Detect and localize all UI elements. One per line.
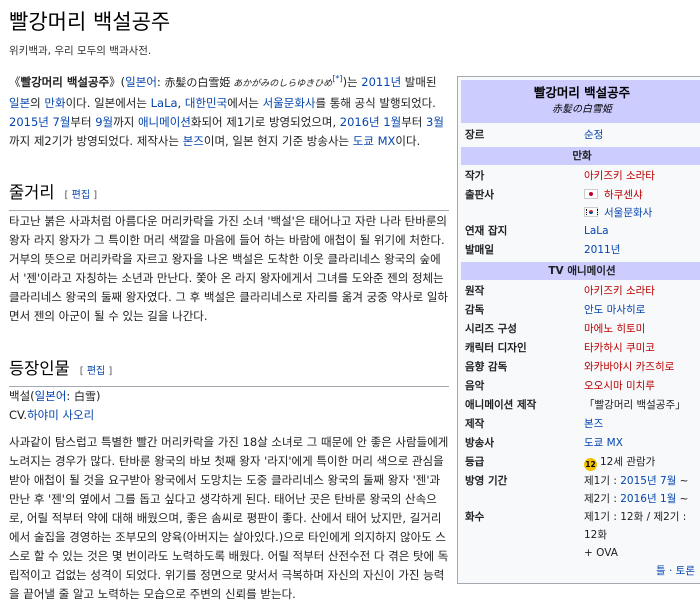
link-lala[interactable]: LaLa bbox=[151, 96, 178, 110]
infobox-row-publisher: 출판사 하쿠센샤 서울문화사 bbox=[465, 189, 653, 219]
infobox-value[interactable]: 본즈 bbox=[584, 415, 700, 434]
character-cv-line: CV.하야미 사오리 bbox=[9, 408, 95, 422]
lead-paragraph: 《빨강머리 백설공주》(일본어: 赤髪の白雪姫 あかがみのしらゆきひめ[*])는… bbox=[9, 74, 444, 148]
infobox-template-links[interactable]: 틀 · 토론 bbox=[461, 562, 700, 580]
infobox-section-anime: TV 애니메이션 bbox=[461, 262, 700, 280]
infobox-row: 음향 감독 와카바야시 카즈히로 bbox=[461, 358, 700, 377]
character-description: 사과같이 탐스럽고 특별한 빨간 머리카락을 가진 18살 소녀로 그 때문에 … bbox=[9, 435, 449, 601]
plot-paragraph: 타고난 붉은 사과처럼 아름다운 머리카락을 가진 소녀 '백설'은 태어나고 … bbox=[9, 214, 448, 323]
infobox: 빨강머리 백설공주 赤髪の白雪姫 장르 순정 만화 작가 아키즈키 소라타 출판사 … bbox=[457, 76, 700, 584]
infobox-value[interactable]: 2011년 bbox=[584, 241, 700, 260]
infobox-label: 음향 감독 bbox=[465, 361, 508, 373]
infobox-label: 시리즈 구성 bbox=[465, 323, 517, 335]
korea-flag-icon bbox=[584, 207, 598, 217]
link-2016-january[interactable]: 2016년 1월 bbox=[340, 115, 401, 129]
infobox-row: 시리즈 구성 마에노 히토미 bbox=[461, 320, 700, 339]
link-march[interactable]: 3월 bbox=[426, 115, 444, 129]
link-korea[interactable]: 대한민국 bbox=[185, 96, 227, 110]
link-japanese-language-2[interactable]: 일본어 bbox=[35, 389, 67, 403]
infobox-label: 원작 bbox=[465, 285, 485, 297]
infobox-value[interactable]: 도쿄 MX bbox=[584, 434, 700, 453]
link-publisher-seoul[interactable]: 서울문화사 bbox=[604, 207, 652, 219]
infobox-row: 원작 아키즈키 소라타 bbox=[461, 282, 700, 301]
infobox-value[interactable]: 타카하시 쿠미코 bbox=[584, 339, 700, 358]
edit-section-characters: [ 편집 ] bbox=[79, 366, 113, 377]
character-name-line: 백설(일본어: 白雪) bbox=[9, 389, 101, 403]
infobox-row: 장르 순정 bbox=[461, 126, 700, 145]
site-tagline: 위키백과, 우리 모두의 백과사전. bbox=[9, 45, 152, 57]
infobox-row-episodes: 화수 제1기 : 12화 / 제2기 : 12화 + OVA bbox=[465, 511, 687, 559]
infobox-value[interactable]: 와카바야시 카즈히로 bbox=[584, 358, 700, 377]
infobox-section-manga: 만화 bbox=[461, 147, 700, 165]
infobox-value[interactable]: LaLa bbox=[584, 222, 700, 241]
link-september[interactable]: 9월 bbox=[95, 115, 113, 129]
link-manga[interactable]: 만화 bbox=[44, 96, 65, 110]
infobox-row: 작가 아키즈키 소라타 bbox=[461, 167, 700, 186]
edit-section-plot: [ 편집 ] bbox=[64, 190, 98, 201]
link-japan[interactable]: 일본 bbox=[9, 96, 30, 110]
infobox-label: 캐릭터 디자인 bbox=[465, 342, 527, 354]
infobox-title: 빨강머리 백설공주 赤髪の白雪姫 bbox=[461, 80, 700, 123]
japanese-title: 赤髪の白雪姫 bbox=[164, 76, 231, 89]
infobox-value[interactable]: 아키즈키 소라타 bbox=[584, 282, 700, 301]
edit-link-plot[interactable]: 편집 bbox=[72, 190, 90, 201]
link-tokyo-mx[interactable]: 도쿄 MX bbox=[353, 134, 396, 148]
infobox-value[interactable]: 마에노 히토미 bbox=[584, 320, 700, 339]
character-name: 백설 bbox=[9, 389, 31, 403]
infobox-value[interactable]: 순정 bbox=[584, 126, 700, 145]
infobox-label: 애니메이션 제작 bbox=[465, 399, 537, 411]
link-2011[interactable]: 2011년 bbox=[361, 75, 401, 89]
infobox-label: 음악 bbox=[465, 380, 485, 392]
infobox-row: 애니메이션 제작 「빨강머리 백설공주」 bbox=[461, 396, 700, 415]
infobox-label: 장르 bbox=[465, 129, 485, 141]
link-voice-actor[interactable]: 하야미 사오리 bbox=[27, 408, 94, 422]
infobox-label: 작가 bbox=[465, 170, 485, 182]
footnote-link[interactable]: [*] bbox=[332, 74, 342, 83]
infobox-label: 발매일 bbox=[465, 244, 494, 256]
infobox-value[interactable]: 아키즈키 소라타 bbox=[584, 167, 700, 186]
infobox-label: 제작 bbox=[465, 418, 485, 430]
infobox-row: 제작 본즈 bbox=[461, 415, 700, 434]
link-hakusensha[interactable]: 하쿠센샤 bbox=[604, 189, 643, 201]
infobox-label: 연재 잡지 bbox=[465, 225, 508, 237]
edit-link-characters[interactable]: 편집 bbox=[87, 366, 105, 377]
infobox-row-airing: 방영 기간 제1기 : 2015년 7월 ~ 제2기 : 2016년 1월 ~ bbox=[465, 475, 689, 505]
infobox-row: 감독 안도 마사히로 bbox=[461, 301, 700, 320]
link-2015-july[interactable]: 2015년 7월 bbox=[9, 115, 70, 129]
infobox-row: 발매일 2011년 bbox=[461, 241, 700, 260]
infobox-row: 방송사 도쿄 MX bbox=[461, 434, 700, 453]
japanese-reading: あかがみのしらゆきひめ bbox=[230, 79, 333, 89]
infobox-row: 연재 잡지 LaLa bbox=[461, 222, 700, 241]
infobox-row: 음악 오오시마 미치루 bbox=[461, 377, 700, 396]
link-japanese-language[interactable]: 일본어 bbox=[125, 75, 157, 89]
infobox-label: 감독 bbox=[465, 304, 485, 316]
link-bones[interactable]: 본즈 bbox=[183, 134, 204, 148]
page-title: 빨강머리 백설공주 bbox=[9, 10, 171, 34]
section-heading-plot: 줄거리[ 편집 ] bbox=[9, 181, 449, 211]
japan-flag-icon bbox=[584, 189, 598, 199]
link-animation[interactable]: 애니메이션 bbox=[138, 115, 191, 129]
link-air-2016-january[interactable]: 2016년 1월 bbox=[620, 493, 676, 505]
link-air-2015-july[interactable]: 2015년 7월 bbox=[620, 475, 676, 487]
link-seoul-munhwasa[interactable]: 서울문화사 bbox=[263, 96, 316, 110]
infobox-value[interactable]: 안도 마사히로 bbox=[584, 301, 700, 320]
infobox-label: 방송사 bbox=[465, 437, 494, 449]
section-heading-characters: 등장인물[ 편집 ] bbox=[9, 357, 449, 387]
bold-title: 빨강머리 백설공주 bbox=[20, 75, 110, 89]
infobox-value[interactable]: 오오시마 미치루 bbox=[584, 377, 700, 396]
age-12-icon: 12 bbox=[584, 458, 597, 471]
infobox-row: 캐릭터 디자인 타카하시 쿠미코 bbox=[461, 339, 700, 358]
infobox-value: 「빨강머리 백설공주」 bbox=[584, 399, 686, 411]
infobox-row-rating: 등급 12 12세 관람가 bbox=[465, 456, 656, 471]
